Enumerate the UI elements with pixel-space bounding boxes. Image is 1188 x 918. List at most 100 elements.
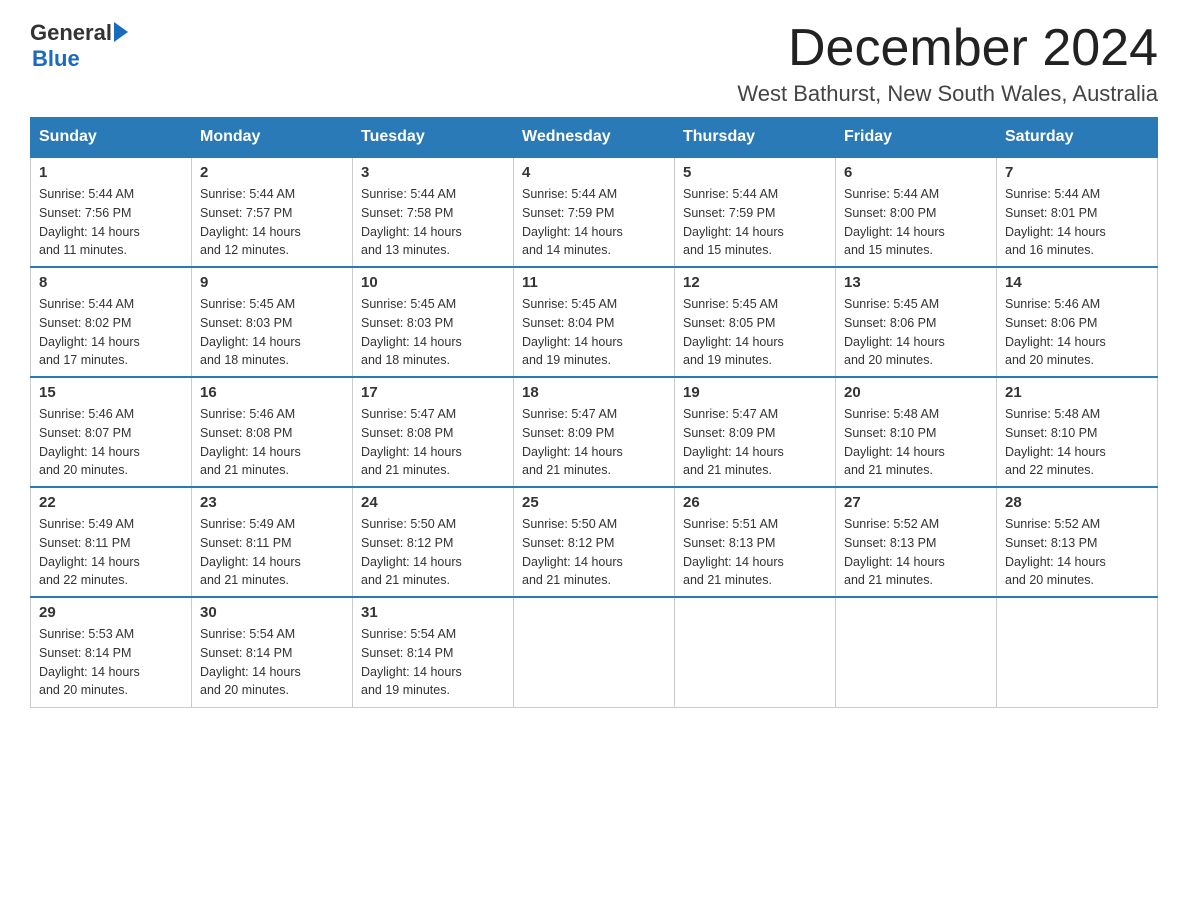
day-info: Sunrise: 5:51 AM Sunset: 8:13 PM Dayligh… xyxy=(683,515,827,590)
day-number: 3 xyxy=(361,164,505,181)
day-number: 13 xyxy=(844,274,988,291)
week-row-1: 1 Sunrise: 5:44 AM Sunset: 7:56 PM Dayli… xyxy=(31,157,1158,267)
day-info: Sunrise: 5:44 AM Sunset: 8:02 PM Dayligh… xyxy=(39,295,183,370)
day-number: 18 xyxy=(522,384,666,401)
day-header-tuesday: Tuesday xyxy=(353,118,514,158)
day-number: 15 xyxy=(39,384,183,401)
calendar-cell: 28 Sunrise: 5:52 AM Sunset: 8:13 PM Dayl… xyxy=(997,487,1158,597)
week-row-3: 15 Sunrise: 5:46 AM Sunset: 8:07 PM Dayl… xyxy=(31,377,1158,487)
calendar-cell: 18 Sunrise: 5:47 AM Sunset: 8:09 PM Dayl… xyxy=(514,377,675,487)
day-number: 24 xyxy=(361,494,505,511)
calendar-cell: 6 Sunrise: 5:44 AM Sunset: 8:00 PM Dayli… xyxy=(836,157,997,267)
calendar-table: SundayMondayTuesdayWednesdayThursdayFrid… xyxy=(30,117,1158,708)
calendar-cell xyxy=(836,597,997,707)
month-title: December 2024 xyxy=(737,20,1158,77)
day-number: 1 xyxy=(39,164,183,181)
day-info: Sunrise: 5:46 AM Sunset: 8:06 PM Dayligh… xyxy=(1005,295,1149,370)
calendar-cell: 23 Sunrise: 5:49 AM Sunset: 8:11 PM Dayl… xyxy=(192,487,353,597)
day-info: Sunrise: 5:45 AM Sunset: 8:03 PM Dayligh… xyxy=(200,295,344,370)
day-header-sunday: Sunday xyxy=(31,118,192,158)
calendar-cell: 8 Sunrise: 5:44 AM Sunset: 8:02 PM Dayli… xyxy=(31,267,192,377)
day-header-saturday: Saturday xyxy=(997,118,1158,158)
day-number: 20 xyxy=(844,384,988,401)
day-info: Sunrise: 5:47 AM Sunset: 8:09 PM Dayligh… xyxy=(683,405,827,480)
day-info: Sunrise: 5:44 AM Sunset: 8:01 PM Dayligh… xyxy=(1005,185,1149,260)
calendar-cell: 20 Sunrise: 5:48 AM Sunset: 8:10 PM Dayl… xyxy=(836,377,997,487)
calendar-cell: 5 Sunrise: 5:44 AM Sunset: 7:59 PM Dayli… xyxy=(675,157,836,267)
day-info: Sunrise: 5:54 AM Sunset: 8:14 PM Dayligh… xyxy=(200,625,344,700)
day-number: 10 xyxy=(361,274,505,291)
calendar-cell xyxy=(675,597,836,707)
calendar-cell: 27 Sunrise: 5:52 AM Sunset: 8:13 PM Dayl… xyxy=(836,487,997,597)
day-info: Sunrise: 5:45 AM Sunset: 8:04 PM Dayligh… xyxy=(522,295,666,370)
day-number: 23 xyxy=(200,494,344,511)
calendar-cell: 9 Sunrise: 5:45 AM Sunset: 8:03 PM Dayli… xyxy=(192,267,353,377)
day-number: 19 xyxy=(683,384,827,401)
day-info: Sunrise: 5:44 AM Sunset: 7:56 PM Dayligh… xyxy=(39,185,183,260)
day-number: 16 xyxy=(200,384,344,401)
logo-arrow-icon xyxy=(114,22,128,42)
calendar-cell: 1 Sunrise: 5:44 AM Sunset: 7:56 PM Dayli… xyxy=(31,157,192,267)
day-info: Sunrise: 5:50 AM Sunset: 8:12 PM Dayligh… xyxy=(361,515,505,590)
logo: General Blue xyxy=(30,20,128,72)
calendar-cell: 31 Sunrise: 5:54 AM Sunset: 8:14 PM Dayl… xyxy=(353,597,514,707)
calendar-cell: 3 Sunrise: 5:44 AM Sunset: 7:58 PM Dayli… xyxy=(353,157,514,267)
calendar-cell: 4 Sunrise: 5:44 AM Sunset: 7:59 PM Dayli… xyxy=(514,157,675,267)
calendar-cell: 16 Sunrise: 5:46 AM Sunset: 8:08 PM Dayl… xyxy=(192,377,353,487)
day-info: Sunrise: 5:46 AM Sunset: 8:07 PM Dayligh… xyxy=(39,405,183,480)
day-info: Sunrise: 5:45 AM Sunset: 8:06 PM Dayligh… xyxy=(844,295,988,370)
day-header-thursday: Thursday xyxy=(675,118,836,158)
day-header-friday: Friday xyxy=(836,118,997,158)
calendar-cell: 2 Sunrise: 5:44 AM Sunset: 7:57 PM Dayli… xyxy=(192,157,353,267)
day-number: 5 xyxy=(683,164,827,181)
day-info: Sunrise: 5:45 AM Sunset: 8:05 PM Dayligh… xyxy=(683,295,827,370)
week-row-5: 29 Sunrise: 5:53 AM Sunset: 8:14 PM Dayl… xyxy=(31,597,1158,707)
calendar-cell: 12 Sunrise: 5:45 AM Sunset: 8:05 PM Dayl… xyxy=(675,267,836,377)
calendar-cell: 15 Sunrise: 5:46 AM Sunset: 8:07 PM Dayl… xyxy=(31,377,192,487)
location-title: West Bathurst, New South Wales, Australi… xyxy=(737,81,1158,107)
calendar-cell: 19 Sunrise: 5:47 AM Sunset: 8:09 PM Dayl… xyxy=(675,377,836,487)
day-number: 22 xyxy=(39,494,183,511)
day-info: Sunrise: 5:47 AM Sunset: 8:08 PM Dayligh… xyxy=(361,405,505,480)
day-info: Sunrise: 5:44 AM Sunset: 7:58 PM Dayligh… xyxy=(361,185,505,260)
calendar-cell: 30 Sunrise: 5:54 AM Sunset: 8:14 PM Dayl… xyxy=(192,597,353,707)
day-number: 21 xyxy=(1005,384,1149,401)
day-info: Sunrise: 5:52 AM Sunset: 8:13 PM Dayligh… xyxy=(844,515,988,590)
day-number: 31 xyxy=(361,604,505,621)
day-number: 8 xyxy=(39,274,183,291)
calendar-cell: 11 Sunrise: 5:45 AM Sunset: 8:04 PM Dayl… xyxy=(514,267,675,377)
calendar-cell: 22 Sunrise: 5:49 AM Sunset: 8:11 PM Dayl… xyxy=(31,487,192,597)
day-info: Sunrise: 5:53 AM Sunset: 8:14 PM Dayligh… xyxy=(39,625,183,700)
calendar-cell: 24 Sunrise: 5:50 AM Sunset: 8:12 PM Dayl… xyxy=(353,487,514,597)
day-info: Sunrise: 5:44 AM Sunset: 7:57 PM Dayligh… xyxy=(200,185,344,260)
day-number: 11 xyxy=(522,274,666,291)
day-number: 28 xyxy=(1005,494,1149,511)
day-info: Sunrise: 5:48 AM Sunset: 8:10 PM Dayligh… xyxy=(844,405,988,480)
day-header-monday: Monday xyxy=(192,118,353,158)
day-number: 26 xyxy=(683,494,827,511)
title-section: December 2024 West Bathurst, New South W… xyxy=(737,20,1158,107)
day-number: 9 xyxy=(200,274,344,291)
day-info: Sunrise: 5:52 AM Sunset: 8:13 PM Dayligh… xyxy=(1005,515,1149,590)
calendar-cell xyxy=(514,597,675,707)
calendar-cell: 25 Sunrise: 5:50 AM Sunset: 8:12 PM Dayl… xyxy=(514,487,675,597)
logo-blue: Blue xyxy=(32,46,128,72)
week-row-4: 22 Sunrise: 5:49 AM Sunset: 8:11 PM Dayl… xyxy=(31,487,1158,597)
calendar-cell: 7 Sunrise: 5:44 AM Sunset: 8:01 PM Dayli… xyxy=(997,157,1158,267)
calendar-cell xyxy=(997,597,1158,707)
day-info: Sunrise: 5:48 AM Sunset: 8:10 PM Dayligh… xyxy=(1005,405,1149,480)
day-header-wednesday: Wednesday xyxy=(514,118,675,158)
day-number: 25 xyxy=(522,494,666,511)
day-number: 7 xyxy=(1005,164,1149,181)
day-number: 29 xyxy=(39,604,183,621)
day-info: Sunrise: 5:50 AM Sunset: 8:12 PM Dayligh… xyxy=(522,515,666,590)
calendar-cell: 17 Sunrise: 5:47 AM Sunset: 8:08 PM Dayl… xyxy=(353,377,514,487)
day-info: Sunrise: 5:54 AM Sunset: 8:14 PM Dayligh… xyxy=(361,625,505,700)
week-row-2: 8 Sunrise: 5:44 AM Sunset: 8:02 PM Dayli… xyxy=(31,267,1158,377)
day-number: 12 xyxy=(683,274,827,291)
day-number: 14 xyxy=(1005,274,1149,291)
day-info: Sunrise: 5:49 AM Sunset: 8:11 PM Dayligh… xyxy=(39,515,183,590)
day-info: Sunrise: 5:44 AM Sunset: 7:59 PM Dayligh… xyxy=(683,185,827,260)
calendar-cell: 21 Sunrise: 5:48 AM Sunset: 8:10 PM Dayl… xyxy=(997,377,1158,487)
day-info: Sunrise: 5:44 AM Sunset: 7:59 PM Dayligh… xyxy=(522,185,666,260)
